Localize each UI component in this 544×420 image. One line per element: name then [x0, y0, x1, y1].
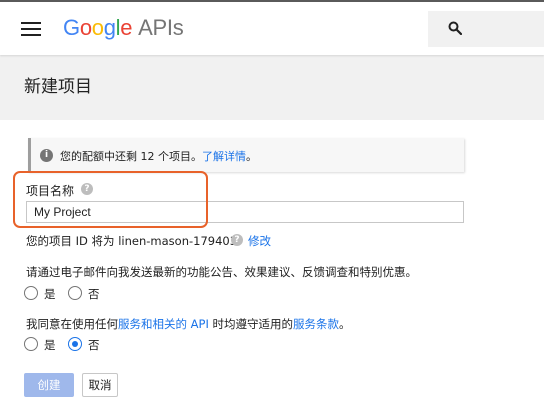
page-title: 新建项目	[24, 77, 92, 97]
email-opt-in-question: 请通过电子邮件向我发送最新的功能公告、效果建议、反馈调查和特别优惠。	[26, 265, 417, 279]
services-apis-link[interactable]: 服务和相关的 API	[118, 317, 209, 331]
logo-letter-o2: o	[91, 15, 104, 40]
project-id-help-icon[interactable]: ?	[231, 234, 243, 246]
terms-yes-radio[interactable]	[24, 337, 38, 351]
quota-notice: i 您的配额中还剩 12 个项目。了解详情。	[28, 138, 464, 172]
quota-notice-text: 您的配额中还剩 12 个项目。了解详情。	[60, 148, 257, 164]
terms-no-label[interactable]: 否	[88, 337, 100, 353]
project-name-input[interactable]	[26, 201, 464, 223]
terms-text-middle: 时均遵守适用的	[208, 317, 294, 331]
cancel-button[interactable]: 取消	[82, 373, 118, 397]
hamburger-menu-icon[interactable]	[21, 22, 41, 38]
project-id-prefix: 您的项目 ID 将为	[26, 234, 115, 248]
learn-more-link[interactable]: 了解详情	[202, 150, 246, 163]
edit-project-id-link[interactable]: 修改	[248, 233, 271, 249]
email-no-radio[interactable]	[68, 286, 82, 300]
logo-apis-text: APIs	[138, 15, 184, 40]
terms-text-after: 。	[339, 317, 351, 331]
terms-text-before: 我同意在使用任何	[26, 317, 118, 331]
terms-no-radio[interactable]	[68, 337, 82, 351]
search-box[interactable]	[428, 11, 544, 47]
email-yes-label[interactable]: 是	[44, 286, 56, 302]
info-icon: i	[40, 149, 53, 162]
quota-text: 您的配额中还剩 12 个项目。	[60, 150, 202, 163]
project-name-label: 项目名称	[26, 184, 75, 198]
project-id-value: linen-mason-179403	[118, 234, 238, 248]
logo-letter-g1: G	[63, 15, 80, 40]
project-id-text: 您的项目 ID 将为 linen-mason-179403	[26, 233, 237, 249]
top-app-bar: Google APIs	[0, 0, 544, 55]
create-button[interactable]: 创建	[24, 373, 74, 397]
email-yes-radio[interactable]	[24, 286, 38, 300]
logo-letter-e: e	[120, 15, 133, 40]
search-icon[interactable]	[448, 21, 462, 35]
email-no-label[interactable]: 否	[88, 286, 100, 302]
quota-suffix: 。	[246, 150, 257, 163]
terms-yes-label[interactable]: 是	[44, 337, 56, 353]
google-apis-logo[interactable]: Google APIs	[63, 15, 184, 41]
terms-of-service-link[interactable]: 服务条款	[293, 317, 339, 331]
logo-letter-o1: o	[79, 15, 92, 40]
project-name-help-icon[interactable]: ?	[81, 183, 93, 195]
terms-question: 我同意在使用任何服务和相关的 API 时均遵守适用的服务条款。	[26, 316, 351, 332]
logo-letter-g2: g	[103, 15, 116, 40]
